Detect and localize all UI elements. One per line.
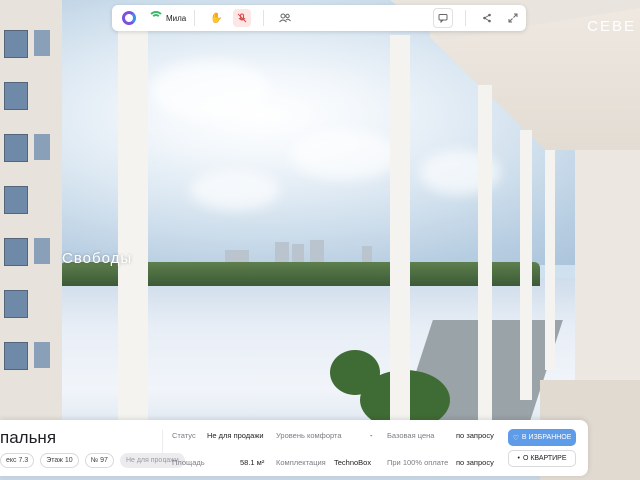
top-toolbar: Мила ✋: [112, 5, 526, 31]
chip-number: № 97: [84, 453, 114, 468]
brand-logo-text: СЕВЕ: [587, 18, 636, 35]
participants-icon[interactable]: [276, 9, 294, 27]
cloud: [190, 170, 280, 210]
window-mullion: [118, 20, 148, 420]
bullet-icon: •: [517, 455, 520, 462]
cloud: [150, 60, 270, 120]
window-mullion: [478, 85, 492, 420]
window: [4, 30, 28, 58]
status-value: Не для продажи: [207, 431, 264, 440]
divider: [263, 10, 265, 26]
window: [34, 30, 50, 56]
fullscreen-icon[interactable]: [504, 9, 522, 27]
area-label: Площадь: [172, 458, 205, 467]
building: [310, 240, 324, 264]
window: [4, 82, 28, 110]
apartment-info-panel: пальня екс 7.3 Этаж 10 № 97 Не для прода…: [0, 420, 588, 476]
panorama-view[interactable]: Свободы СЕВЕ: [0, 0, 640, 480]
district-label: Свободы: [62, 250, 133, 267]
window: [4, 290, 28, 318]
base-price-label: Базовая цена: [387, 431, 435, 440]
building: [292, 244, 304, 264]
connection-icon: [148, 11, 164, 23]
status-label: Статус: [172, 431, 196, 440]
building: [275, 242, 289, 264]
divider: [194, 10, 196, 26]
window: [34, 134, 50, 160]
apartment-chips: екс 7.3 Этаж 10 № 97 Не для продажи: [0, 453, 185, 468]
window-mullion: [390, 35, 410, 420]
hand-icon[interactable]: ✋: [207, 9, 225, 27]
window-mullion: [545, 150, 555, 370]
window: [34, 238, 50, 264]
window: [4, 134, 28, 162]
chat-icon[interactable]: [433, 8, 453, 28]
heart-icon: ♡: [512, 434, 519, 442]
comfort-label: Уровень комфорта: [276, 431, 342, 440]
add-to-favorites-button[interactable]: ♡ В ИЗБРАННОЕ: [508, 429, 576, 446]
favorites-label: В ИЗБРАННОЕ: [521, 434, 572, 441]
area-value: 58.1 м²: [240, 458, 265, 467]
divider: [465, 10, 466, 26]
full-pay-label: При 100% оплате: [387, 458, 449, 467]
window: [4, 342, 28, 370]
chip-section: екс 7.3: [0, 453, 35, 468]
kit-label: Комплектация: [276, 458, 326, 467]
cloud: [290, 130, 400, 180]
window: [34, 342, 50, 368]
divider: [162, 430, 163, 468]
full-pay-value: по запросу: [456, 458, 494, 467]
comfort-value: -: [370, 431, 373, 440]
about-label: О КВАРТИРЕ: [522, 455, 567, 462]
mic-off-icon[interactable]: [233, 9, 252, 27]
room-title: пальня: [0, 428, 57, 447]
about-apartment-button[interactable]: • О КВАРТИРЕ: [508, 450, 576, 467]
kit-value: TechnoBox: [334, 458, 372, 467]
base-price-value: по запросу: [456, 431, 494, 440]
app-logo-icon[interactable]: [122, 11, 136, 25]
window-mullion: [520, 130, 532, 400]
neighbor-tower: [0, 0, 62, 420]
share-icon[interactable]: [478, 9, 496, 27]
window: [4, 238, 28, 266]
window: [4, 186, 28, 214]
wall: [575, 150, 640, 410]
user-name: Мила: [166, 13, 187, 23]
chip-floor: Этаж 10: [40, 453, 79, 468]
